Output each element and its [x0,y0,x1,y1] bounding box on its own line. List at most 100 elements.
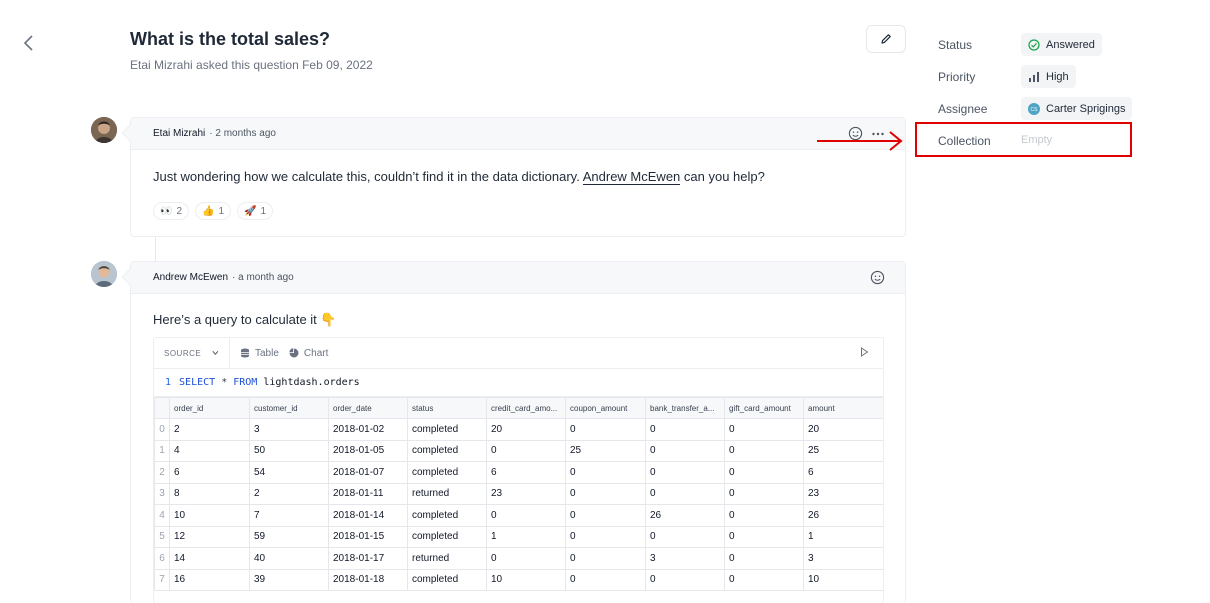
table-row: 6 14 40 2018-01-17 returned 0 0 3 0 3 [154,547,883,570]
row-index: 2 [154,461,170,484]
run-icon[interactable] [860,347,869,360]
table-cell: 6 [169,461,250,484]
table-cell: 4 [169,439,250,462]
assignee-badge[interactable]: CS Carter Sprigings [1021,97,1133,120]
table-cell: 1 [486,525,566,548]
comment-text: Here’s a query to calculate it 👇 [153,312,337,327]
table-cell: completed [407,418,487,441]
column-header[interactable]: order_id [169,397,250,419]
table-cell: 1 [803,525,883,548]
table-cell: 2 [249,482,329,505]
table-cell: 0 [565,568,646,591]
comment-card: Andrew McEwen · a month ago Here’s a que… [121,261,906,603]
table-cell: 0 [645,568,725,591]
table-cell: 2018-01-02 [328,418,408,441]
table-cell: completed [407,504,487,527]
database-icon [241,348,249,358]
column-header[interactable]: gift_card_amount [724,397,804,419]
edit-button[interactable] [866,25,906,53]
row-index: 4 [154,504,170,527]
table-row: 5 12 59 2018-01-15 completed 1 0 0 0 1 [154,525,883,548]
table-cell: 2018-01-17 [328,547,408,570]
table-cell: 40 [249,547,329,570]
table-cell: 0 [724,525,804,548]
column-header[interactable]: status [407,397,487,419]
table-cell: 0 [486,504,566,527]
row-index: 3 [154,482,170,505]
reaction-eyes[interactable]: 👀 2 [153,202,190,220]
source-dropdown[interactable]: SOURCE [154,338,230,369]
table-cell: 0 [724,504,804,527]
table-cell: 20 [486,418,566,441]
row-index: 6 [154,547,170,570]
table-cell: 0 [565,461,646,484]
reaction-thumbs-up[interactable]: 👍 1 [195,202,232,220]
tab-chart[interactable]: Chart [289,338,338,369]
assignee-label: Assignee [938,102,988,116]
row-index: 7 [154,568,170,591]
comment-card: Etai Mizrahi · 2 months ago Just wonderi… [121,117,906,237]
table-cell: 26 [645,504,725,527]
comment-author[interactable]: Andrew McEwen [153,272,228,283]
table-row: 2 6 54 2018-01-07 completed 6 0 0 0 6 [154,461,883,484]
pie-chart-icon [289,348,299,358]
results-table: order_id customer_id order_date status credi… [154,397,883,591]
table-cell: 12 [169,525,250,548]
table-cell: 0 [486,547,566,570]
reactions: 👀 2 👍 1 🚀 1 [153,202,274,220]
table-cell: 39 [249,568,329,591]
table-cell: completed [407,439,487,462]
table-cell: 14 [169,547,250,570]
page-title: What is the total sales? [130,29,331,49]
column-header[interactable]: credit_card_amo... [486,397,566,419]
table-row: 7 16 39 2018-01-18 completed 10 0 0 0 10 [154,568,883,591]
table-cell: returned [407,482,487,505]
table-cell: 0 [724,418,804,441]
table-cell: 6 [486,461,566,484]
back-button[interactable] [22,34,38,54]
column-header[interactable]: customer_id [249,397,329,419]
table-cell: 0 [645,418,725,441]
user-mention[interactable]: Andrew McEwen [582,169,681,185]
sql-editor[interactable]: 1 SELECT * FROM lightdash.orders [154,369,883,397]
signal-bars-icon [1029,71,1039,82]
column-header[interactable]: coupon_amount [565,397,646,419]
row-index: 1 [154,439,170,462]
column-header[interactable]: order_date [328,397,408,419]
table-cell: 2 [169,418,250,441]
table-cell: 23 [486,482,566,505]
table-cell: 10 [169,504,250,527]
table-cell: 6 [803,461,883,484]
table-cell: completed [407,525,487,548]
column-header[interactable]: bank_transfer_a... [645,397,725,419]
highlight-box [915,122,1132,157]
table-cell: 2018-01-07 [328,461,408,484]
table-cell: 0 [486,439,566,462]
comment-author[interactable]: Etai Mizrahi [153,128,205,139]
add-reaction-icon[interactable] [870,270,885,288]
reaction-rocket[interactable]: 🚀 1 [237,202,274,220]
arrow-right-icon [817,131,903,151]
column-header[interactable]: amount [803,397,883,419]
comment-header: Andrew McEwen · a month ago [121,262,905,294]
assignee-avatar-icon: CS [1028,102,1040,115]
chevron-down-icon [212,350,219,356]
avatar [91,117,117,143]
table-row: 4 10 7 2018-01-14 completed 0 0 26 0 26 [154,504,883,527]
table-cell: returned [407,547,487,570]
query-block: SOURCE Table Chart 1 SELECT * FROM light… [153,337,884,603]
table-row: 1 4 50 2018-01-05 completed 0 25 0 0 25 [154,439,883,462]
table-cell: 7 [249,504,329,527]
svg-text:CS: CS [1031,107,1039,113]
table-cell: 0 [724,547,804,570]
tab-table[interactable]: Table [230,338,289,369]
table-cell: 20 [803,418,883,441]
table-cell: completed [407,461,487,484]
table-cell: 8 [169,482,250,505]
query-toolbar: SOURCE Table Chart [154,338,883,369]
table-cell: 54 [249,461,329,484]
table-cell: 59 [249,525,329,548]
priority-badge[interactable]: High [1021,65,1076,88]
status-badge[interactable]: Answered [1021,33,1102,56]
table-cell: 2018-01-11 [328,482,408,505]
